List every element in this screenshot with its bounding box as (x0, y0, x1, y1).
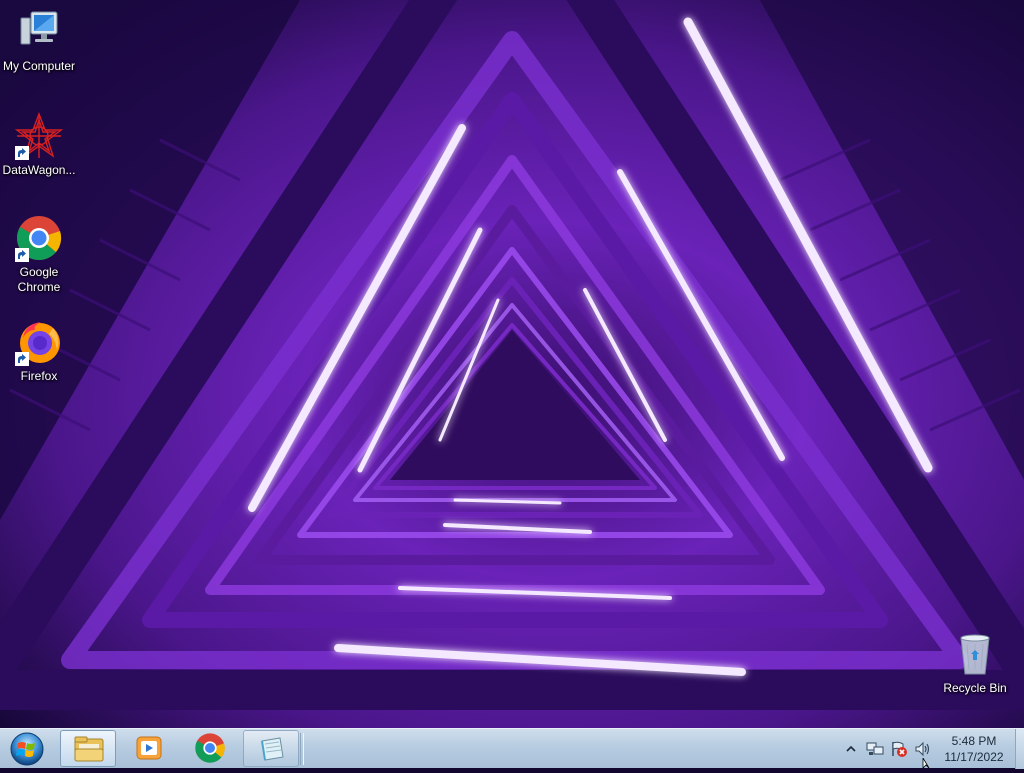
taskbar-separator (300, 733, 304, 765)
show-desktop-button[interactable] (1015, 729, 1024, 769)
chrome-icon (195, 733, 225, 763)
network-icon[interactable] (866, 740, 884, 758)
shortcut-arrow-icon (15, 352, 29, 366)
recycle-bin-icon (951, 630, 999, 678)
firefox-icon (15, 318, 63, 366)
desktop[interactable]: My Computer DataWagon... Google Chrome F… (0, 0, 1024, 728)
taskbar: 5:48 PM 11/17/2022 (0, 728, 1024, 769)
volume-icon[interactable] (914, 740, 932, 758)
folder-icon (74, 736, 104, 762)
desktop-icon-label: Recycle Bin (943, 681, 1007, 695)
action-center-flag-error-icon[interactable] (890, 740, 908, 758)
media-player-icon (136, 736, 162, 760)
desktop-icon-label: DataWagon... (2, 163, 76, 177)
notepad-icon (261, 737, 284, 761)
clock-date: 11/17/2022 (944, 750, 1004, 764)
clock[interactable]: 5:48 PM 11/17/2022 (935, 733, 1013, 765)
datawagon-icon (14, 112, 64, 160)
taskbar-file-explorer-button[interactable] (60, 730, 116, 767)
desktop-icon-datawagon[interactable]: DataWagon... (0, 112, 78, 178)
windows-start-orb-icon (10, 732, 44, 766)
taskbar-notepad-button[interactable] (243, 730, 299, 767)
desktop-icon-my-computer[interactable]: My Computer (0, 8, 78, 74)
clock-time: 5:48 PM (951, 734, 997, 748)
taskbar-media-player-button[interactable] (121, 730, 177, 767)
desktop-icon-google-chrome[interactable]: Google Chrome (0, 214, 78, 295)
show-hidden-icons-chevron-icon[interactable] (844, 740, 862, 758)
computer-icon (15, 8, 63, 56)
shortcut-arrow-icon (15, 146, 29, 160)
desktop-icon-recycle-bin[interactable]: Recycle Bin (936, 630, 1014, 696)
desktop-icon-label: Google Chrome (17, 265, 61, 294)
desktop-icon-firefox[interactable]: Firefox (0, 318, 78, 384)
mouse-cursor-icon (922, 758, 930, 768)
desktop-icon-label: Firefox (20, 369, 58, 383)
desktop-icon-label: My Computer (2, 59, 76, 73)
chrome-icon (15, 214, 63, 262)
taskbar-google-chrome-button[interactable] (182, 730, 238, 767)
shortcut-arrow-icon (15, 248, 29, 262)
wallpaper (0, 0, 1024, 728)
start-button[interactable] (4, 730, 50, 768)
